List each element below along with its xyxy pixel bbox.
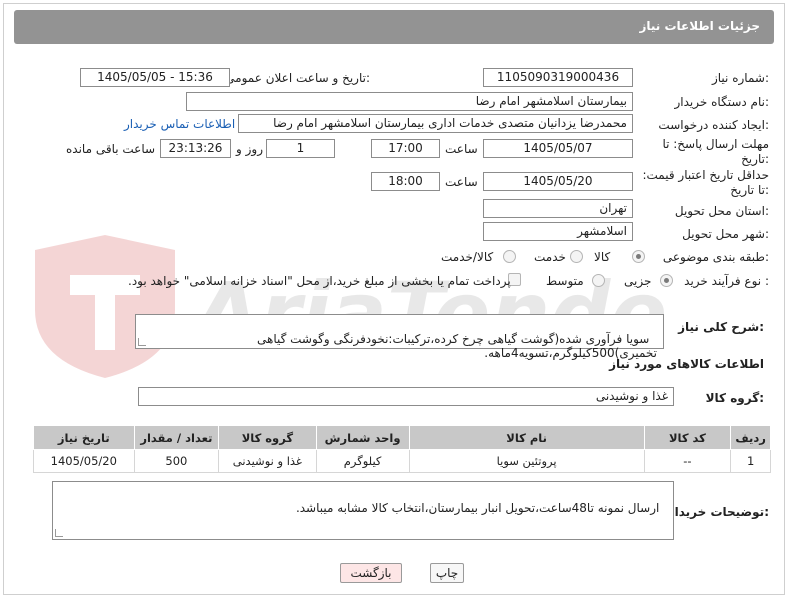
- process-option-minor: جزیی: [624, 274, 652, 288]
- table-header-row: ردیف کد کالا نام کالا واحد شمارش گروه کا…: [33, 425, 771, 450]
- price-validity-time-label: ساعت: [445, 175, 478, 189]
- process-type-label: نوع فرآیند خرید :: [684, 274, 769, 288]
- page-header: جزئیات اطلاعات نیاز: [14, 10, 774, 44]
- goods-group-field: غذا و نوشیدنی: [138, 387, 674, 406]
- process-radio-minor[interactable]: [660, 274, 673, 287]
- delivery-city-label: شهر محل تحویل:: [682, 227, 769, 241]
- cell-item-code: --: [643, 449, 732, 473]
- buyer-notes-label: توضیحات خریدار:: [667, 505, 769, 519]
- description-label: شرح کلی نیاز:: [678, 320, 764, 334]
- process-option-medium: متوسط: [546, 274, 584, 288]
- category-radio-goods-service[interactable]: [503, 250, 516, 263]
- col-item-group: گروه کالا: [218, 425, 317, 450]
- cell-item-name: پروتئین سویا: [408, 449, 645, 473]
- requester-label: ایجاد کننده درخواست:: [658, 118, 769, 132]
- page-title: جزئیات اطلاعات نیاز: [639, 19, 760, 33]
- response-deadline-label: مهلت ارسال پاسخ: تا تاریخ:: [662, 137, 769, 166]
- cell-row-number: 1: [730, 449, 771, 473]
- announce-datetime-field: 1405/05/05 - 15:36: [80, 68, 230, 87]
- process-radio-medium[interactable]: [592, 274, 605, 287]
- col-need-date: تاریخ نیاز: [33, 425, 135, 450]
- buyer-org-label: نام دستگاه خریدار:: [674, 95, 770, 109]
- items-table: ردیف کد کالا نام کالا واحد شمارش گروه کا…: [33, 425, 771, 473]
- print-button[interactable]: چاپ: [430, 563, 464, 583]
- resize-handle[interactable]: [55, 529, 63, 537]
- back-button[interactable]: بازگشت: [340, 563, 402, 583]
- remaining-time-label: ساعت باقی مانده: [66, 142, 156, 156]
- announce-datetime-label: تاریخ و ساعت اعلان عمومی:: [225, 71, 370, 85]
- response-time-label: ساعت: [445, 142, 478, 156]
- category-label: طبقه بندی موضوعی:: [662, 250, 769, 264]
- col-unit: واحد شمارش: [315, 425, 410, 450]
- buyer-notes-text: ارسال نمونه تا48ساعت،تحویل انبار بیمارست…: [295, 501, 660, 515]
- response-time-field: 17:00: [371, 139, 440, 158]
- treasury-payment-note: پرداخت تمام یا بخشی از مبلغ خرید،از محل …: [128, 274, 511, 288]
- goods-group-label: گروه کالا:: [705, 391, 764, 405]
- category-radio-service[interactable]: [570, 250, 583, 263]
- resize-handle[interactable]: [138, 338, 146, 346]
- delivery-province-field: تهران: [483, 199, 633, 218]
- remaining-time-field: 23:13:26: [160, 139, 231, 158]
- description-textarea: سویا فرآوری شده(گوشت گیاهی چرخ کرده،ترکی…: [135, 314, 664, 360]
- requester-field: محمدرضا یزدانیان متصدی خدمات اداری بیمار…: [238, 114, 633, 133]
- col-item-name: نام کالا: [408, 425, 645, 450]
- price-validity-time-field: 18:00: [371, 172, 440, 191]
- category-option-service: خدمت: [534, 250, 566, 264]
- table-row: 1 -- پروتئین سویا کیلوگرم غذا و نوشیدنی …: [33, 449, 771, 473]
- remaining-days-field: 1: [266, 139, 335, 158]
- cell-unit: کیلوگرم: [315, 449, 410, 473]
- col-quantity: تعداد / مقدار: [133, 425, 220, 450]
- category-option-goods: کالا: [594, 250, 611, 264]
- category-option-goods-service: کالا/خدمت: [441, 250, 494, 264]
- buyer-org-field: بیمارستان اسلامشهر امام رضا: [186, 92, 633, 111]
- cell-need-date: 1405/05/20: [33, 449, 135, 473]
- col-row-number: ردیف: [730, 425, 771, 450]
- col-item-code: کد کالا: [643, 425, 732, 450]
- need-number-label: شماره نیاز:: [711, 71, 769, 85]
- delivery-city-field: اسلامشهر: [483, 222, 633, 241]
- cell-item-group: غذا و نوشیدنی: [218, 449, 317, 473]
- remaining-days-label: روز و: [236, 142, 263, 156]
- cell-quantity: 500: [133, 449, 220, 473]
- buyer-contact-link[interactable]: اطلاعات تماس خریدار: [124, 117, 235, 131]
- response-date-field: 1405/05/07: [483, 139, 633, 158]
- need-number-field: 1105090319000436: [483, 68, 633, 87]
- category-radio-goods[interactable]: [632, 250, 645, 263]
- goods-info-title: اطلاعات کالاهای مورد نیاز: [609, 357, 764, 371]
- buyer-notes-textarea: ارسال نمونه تا48ساعت،تحویل انبار بیمارست…: [52, 481, 674, 540]
- price-validity-date-field: 1405/05/20: [483, 172, 633, 191]
- price-validity-label: حداقل تاریخ اعتبار قیمت: تا تاریخ:: [642, 168, 769, 197]
- delivery-province-label: استان محل تحویل:: [674, 204, 769, 218]
